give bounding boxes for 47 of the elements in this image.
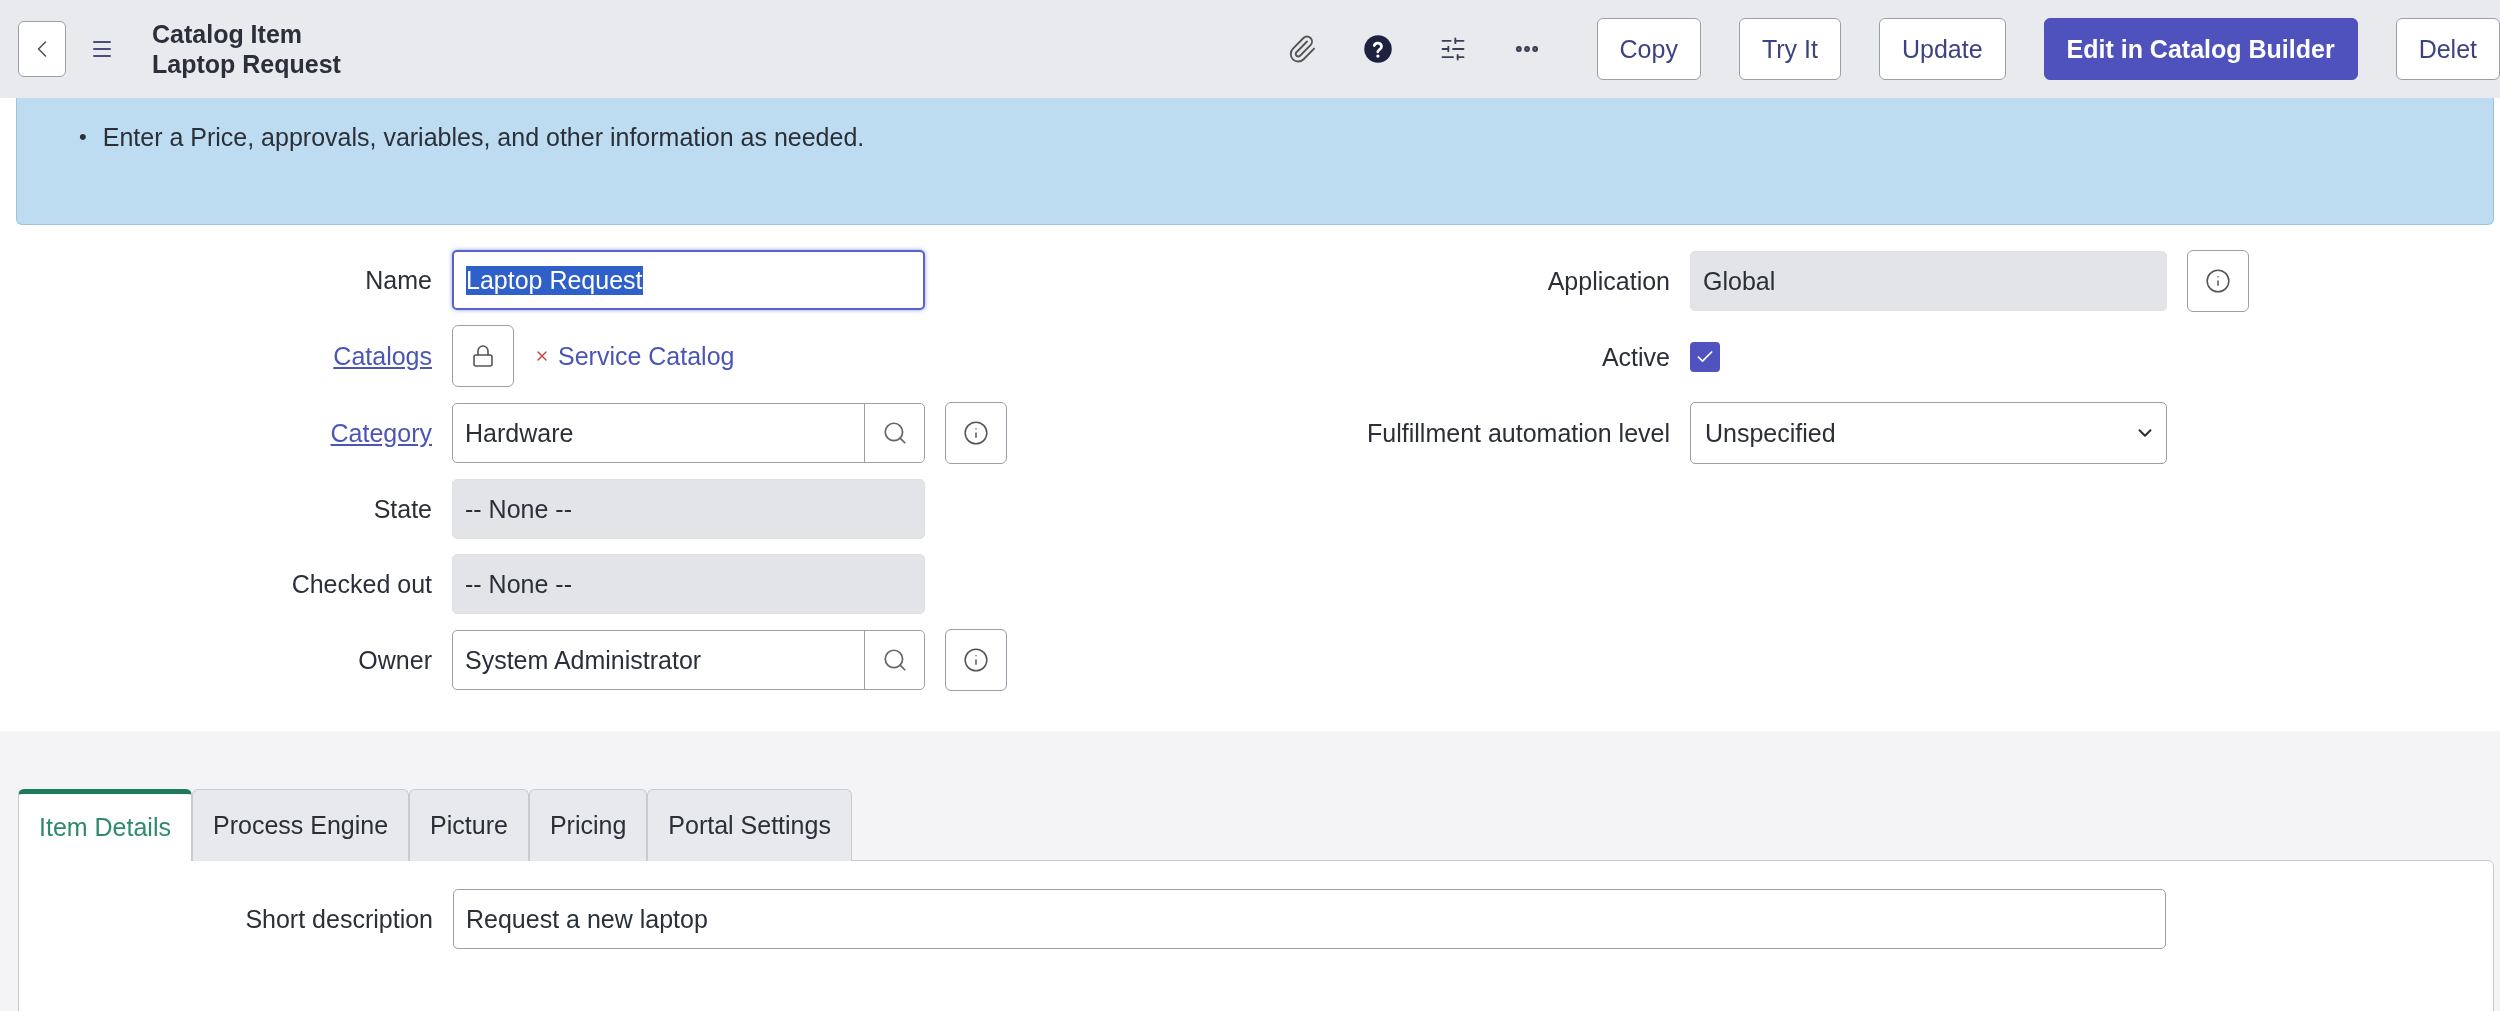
bullet-marker: • <box>79 123 87 151</box>
info-icon <box>963 420 989 446</box>
search-icon <box>881 420 908 446</box>
field-label: Application <box>1547 266 1670 296</box>
toolbar-button[interactable]: Try It <box>1738 18 1841 80</box>
tab[interactable]: Process Engine <box>192 789 410 861</box>
lock-button[interactable] <box>452 325 514 387</box>
info-button[interactable] <box>2187 250 2249 312</box>
tab[interactable]: Portal Settings <box>647 789 852 861</box>
checkbox[interactable] <box>1690 342 1720 372</box>
select-field[interactable]: Unspecified <box>1690 402 2167 464</box>
info-button[interactable] <box>945 402 1007 464</box>
search-button[interactable] <box>864 631 924 689</box>
info-icon <box>963 647 989 673</box>
info-button[interactable] <box>945 629 1007 691</box>
info-icon <box>2205 268 2231 294</box>
back-button[interactable] <box>18 21 66 77</box>
search-button[interactable] <box>864 404 924 462</box>
field-label: Fulfillment automation level <box>1367 418 1670 448</box>
readonly-field: Global <box>1690 251 2167 311</box>
catalog-link[interactable]: Service Catalog <box>558 341 735 371</box>
toolbar-button[interactable]: Copy <box>1596 18 1701 80</box>
field-label: State <box>373 494 432 524</box>
field-label: Owner <box>358 645 432 675</box>
field-link[interactable]: Category <box>330 418 432 448</box>
lock-icon <box>471 344 495 368</box>
field-label: Short description <box>245 904 433 934</box>
field-label: Name <box>365 265 432 295</box>
text-field[interactable]: Request a new laptop <box>453 889 2166 949</box>
tab[interactable]: Picture <box>409 789 529 861</box>
field-link[interactable]: Catalogs <box>333 341 432 371</box>
tab[interactable]: Pricing <box>528 789 648 861</box>
readonly-field: -- None -- <box>452 479 925 539</box>
name-field[interactable]: Laptop Request <box>452 250 925 310</box>
banner-text: Enter a Price, approvals, variables, and other information as needed. <box>102 122 865 153</box>
field-label: Checked out <box>291 569 432 599</box>
toolbar-button[interactable]: Edit in Catalog Builder <box>2043 18 2358 80</box>
search-icon <box>881 647 908 673</box>
lookup-field[interactable]: Hardware <box>452 403 925 463</box>
toolbar-button[interactable]: Delet <box>2395 18 2500 80</box>
readonly-field: -- None -- <box>452 554 925 614</box>
tab[interactable]: Item Details <box>18 789 192 861</box>
toolbar-button[interactable]: Update <box>1878 18 2006 80</box>
record-type: Catalog Item <box>152 19 304 49</box>
field-label: Active <box>1601 342 1670 372</box>
record-title: Laptop Request <box>152 49 341 79</box>
lookup-field[interactable]: System Administrator <box>452 630 925 690</box>
